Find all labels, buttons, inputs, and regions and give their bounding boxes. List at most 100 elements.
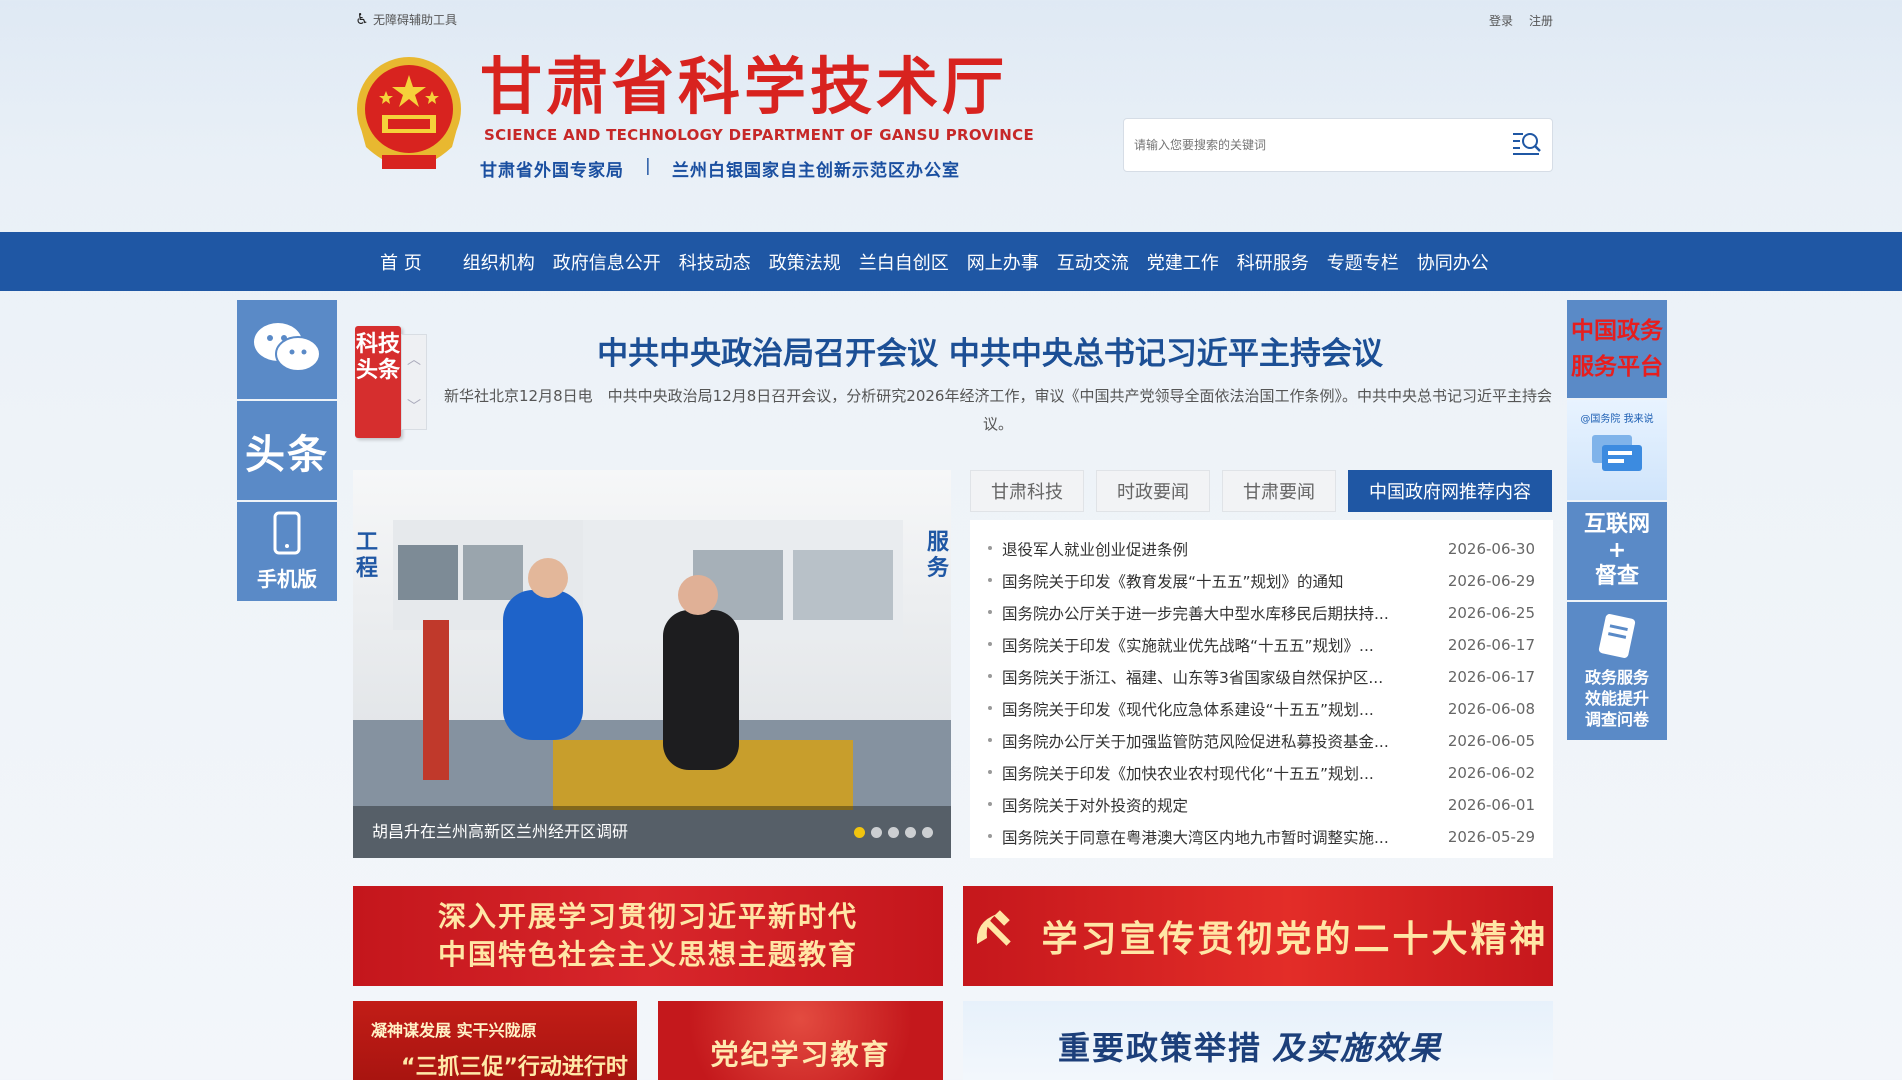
- tab-gansu-tech[interactable]: 甘肃科技: [970, 470, 1084, 512]
- list-item[interactable]: 国务院关于印发《实施就业优先战略“十五五”规划》... 2026-06-17: [988, 629, 1535, 661]
- state-council-label: @国务院 我来说: [1580, 414, 1654, 425]
- banner-key-policies[interactable]: 重要政策举措 及实施效果: [963, 1001, 1553, 1080]
- news-date: 2026-06-29: [1447, 572, 1535, 590]
- search-button[interactable]: [1502, 119, 1552, 171]
- list-item[interactable]: 国务院办公厅关于进一步完善大中型水库移民后期扶持... 2026-06-25: [988, 597, 1535, 629]
- top-bar: ♿ 无障碍辅助工具 登录 注册: [353, 6, 1553, 30]
- banner-line: 凝神谋发展 实干兴陇原: [371, 1021, 537, 1040]
- news-date: 2026-06-02: [1447, 764, 1535, 782]
- main-nav: 首 页 组织机构 政府信息公开 科技动态 政策法规 兰白自创区 网上办事 互动交…: [0, 232, 1902, 291]
- slide-image: [353, 470, 951, 858]
- subtitle-separator: |: [645, 156, 651, 176]
- list-item[interactable]: 国务院关于对外投资的规定 2026-06-01: [988, 789, 1535, 821]
- slider-dot[interactable]: [854, 827, 865, 838]
- slider-dot[interactable]: [871, 827, 882, 838]
- news-date: 2026-06-30: [1447, 540, 1535, 558]
- nav-item-party-work[interactable]: 党建工作: [1138, 249, 1228, 275]
- list-item[interactable]: 退役军人就业创业促进条例 2026-06-30: [988, 533, 1535, 565]
- news-date: 2026-05-29: [1447, 828, 1535, 846]
- banner-20th-congress[interactable]: 学习宣传贯彻党的二十大精神: [963, 886, 1553, 986]
- banner-line: 中国特色社会主义思想主题教育: [437, 938, 858, 971]
- news-title: 国务院关于印发《教育发展“十五五”规划》的通知: [988, 570, 1344, 592]
- toutiao-label: 头条: [245, 431, 329, 478]
- wechat-icon: [252, 320, 322, 380]
- chevron-up-icon[interactable]: ︿: [407, 349, 421, 369]
- left-float-bar: 头条 手机版: [237, 300, 337, 603]
- news-tabs: 甘肃科技 时政要闻 甘肃要闻 中国政府网推荐内容: [970, 470, 1552, 512]
- subtitle-innovation-zone: 兰州白银国家自主创新示范区办公室: [672, 161, 960, 181]
- wheelchair-icon: ♿: [355, 10, 369, 28]
- gov-service-line1: 中国政务: [1571, 318, 1663, 344]
- tab-current-affairs[interactable]: 时政要闻: [1096, 470, 1210, 512]
- news-title: 国务院办公厅关于加强监管防范风险促进私募投资基金...: [988, 730, 1389, 752]
- list-item[interactable]: 国务院关于印发《现代化应急体系建设“十五五”规划... 2026-06-08: [988, 693, 1535, 725]
- gov-service-platform-link[interactable]: 中国政务 服务平台: [1567, 300, 1667, 398]
- banner-party-discipline[interactable]: 党纪学习教育: [658, 1001, 943, 1080]
- phone-icon: [272, 511, 302, 559]
- mobile-version-button[interactable]: 手机版: [237, 502, 337, 601]
- wechat-button[interactable]: [237, 300, 337, 399]
- state-council-feedback-link[interactable]: @国务院 我来说: [1567, 400, 1667, 500]
- news-date: 2026-06-08: [1447, 700, 1535, 718]
- national-emblem-logo[interactable]: [352, 55, 466, 177]
- news-title: 国务院关于印发《实施就业优先战略“十五五”规划》...: [988, 634, 1374, 656]
- search-icon: [1511, 129, 1543, 161]
- slider-right-label: 服务: [927, 530, 950, 581]
- accessibility-tool[interactable]: ♿ 无障碍辅助工具: [353, 10, 457, 28]
- accessibility-label: 无障碍辅助工具: [373, 12, 458, 27]
- nav-item-research-service[interactable]: 科研服务: [1228, 249, 1318, 275]
- news-date: 2026-06-17: [1447, 636, 1535, 654]
- tab-gansu-news[interactable]: 甘肃要闻: [1222, 470, 1336, 512]
- register-link[interactable]: 注册: [1529, 12, 1553, 29]
- list-item[interactable]: 国务院关于浙江、福建、山东等3省国家级自然保护区... 2026-06-17: [988, 661, 1535, 693]
- toutiao-button[interactable]: 头条: [237, 401, 337, 500]
- banner-three-grasps[interactable]: 凝神谋发展 实干兴陇原 “三抓三促”行动进行时: [353, 1001, 637, 1080]
- news-title: 退役军人就业创业促进条例: [988, 538, 1188, 560]
- slider-dot[interactable]: [922, 827, 933, 838]
- search-box: [1123, 118, 1553, 172]
- service-survey-link[interactable]: 政务服务 效能提升 调查问卷: [1567, 602, 1667, 740]
- nav-item-organization[interactable]: 组织机构: [454, 249, 544, 275]
- chevron-down-icon[interactable]: ﹀: [407, 396, 421, 416]
- list-item[interactable]: 国务院关于印发《教育发展“十五五”规划》的通知 2026-06-29: [988, 565, 1535, 597]
- sci-headline-badge: 科技头条: [355, 326, 401, 438]
- nav-item-special-topics[interactable]: 专题专栏: [1318, 249, 1408, 275]
- headline-title[interactable]: 中共中央政治局召开会议 中共中央总书记习近平主持会议: [430, 328, 1550, 373]
- banner-theme-education[interactable]: 深入开展学习贯彻习近平新时代 中国特色社会主义思想主题教育: [353, 886, 943, 986]
- page: ♿ 无障碍辅助工具 登录 注册 甘肃省科学技术厅 SCIENCE AND TEC…: [0, 0, 1902, 1080]
- news-list: 退役军人就业创业促进条例 2026-06-30 国务院关于印发《教育发展“十五五”…: [970, 520, 1553, 858]
- banner-text: 及实施效果: [1272, 1029, 1443, 1067]
- list-item[interactable]: 国务院关于印发《加快农业农村现代化“十五五”规划... 2026-06-02: [988, 757, 1535, 789]
- nav-item-lanbai-zone[interactable]: 兰白自创区: [850, 249, 958, 275]
- right-float-bar: 中国政务 服务平台 @国务院 我来说 互联网 + 督查 政务服务 效能提升 调查…: [1567, 300, 1667, 742]
- mobile-version-label: 手机版: [257, 567, 317, 591]
- login-link[interactable]: 登录: [1489, 12, 1513, 29]
- nav-item-gov-info[interactable]: 政府信息公开: [544, 249, 670, 275]
- search-input[interactable]: [1124, 119, 1502, 171]
- slider-dot[interactable]: [888, 827, 899, 838]
- internet-line2: +: [1607, 538, 1627, 563]
- nav-item-interaction[interactable]: 互动交流: [1048, 249, 1138, 275]
- nav-item-online-service[interactable]: 网上办事: [958, 249, 1048, 275]
- nav-item-collab-office[interactable]: 协同办公: [1408, 249, 1498, 275]
- nav-item-policy[interactable]: 政策法规: [760, 249, 850, 275]
- news-slider[interactable]: 工程 服务 胡昌升在兰州高新区兰州经开区调研: [353, 470, 951, 858]
- news-title: 国务院关于印发《现代化应急体系建设“十五五”规划...: [988, 698, 1374, 720]
- list-item[interactable]: 国务院关于同意在粤港澳大湾区内地九市暂时调整实施... 2026-05-29: [988, 821, 1535, 853]
- nav-item-sci-news[interactable]: 科技动态: [670, 249, 760, 275]
- survey-line3: 调查问卷: [1584, 710, 1649, 729]
- news-title: 国务院关于同意在粤港澳大湾区内地九市暂时调整实施...: [988, 826, 1389, 848]
- feedback-illustration-icon: [1582, 425, 1652, 482]
- slider-left-label: 工程: [356, 530, 379, 581]
- nav-list: 首 页 组织机构 政府信息公开 科技动态 政策法规 兰白自创区 网上办事 互动交…: [368, 232, 1498, 291]
- news-title: 国务院关于印发《加快农业农村现代化“十五五”规划...: [988, 762, 1374, 784]
- internet-inspection-link[interactable]: 互联网 + 督查: [1567, 502, 1667, 600]
- survey-line2: 效能提升: [1584, 689, 1649, 708]
- news-date: 2026-06-17: [1447, 668, 1535, 686]
- tab-gov-recommend[interactable]: 中国政府网推荐内容: [1348, 470, 1552, 512]
- list-item[interactable]: 国务院办公厅关于加强监管防范风险促进私募投资基金... 2026-06-05: [988, 725, 1535, 757]
- nav-item-home[interactable]: 首 页: [368, 249, 454, 275]
- slider-dot[interactable]: [905, 827, 916, 838]
- headline-pager: ︿ ﹀: [401, 334, 427, 430]
- internet-line3: 督查: [1594, 564, 1639, 589]
